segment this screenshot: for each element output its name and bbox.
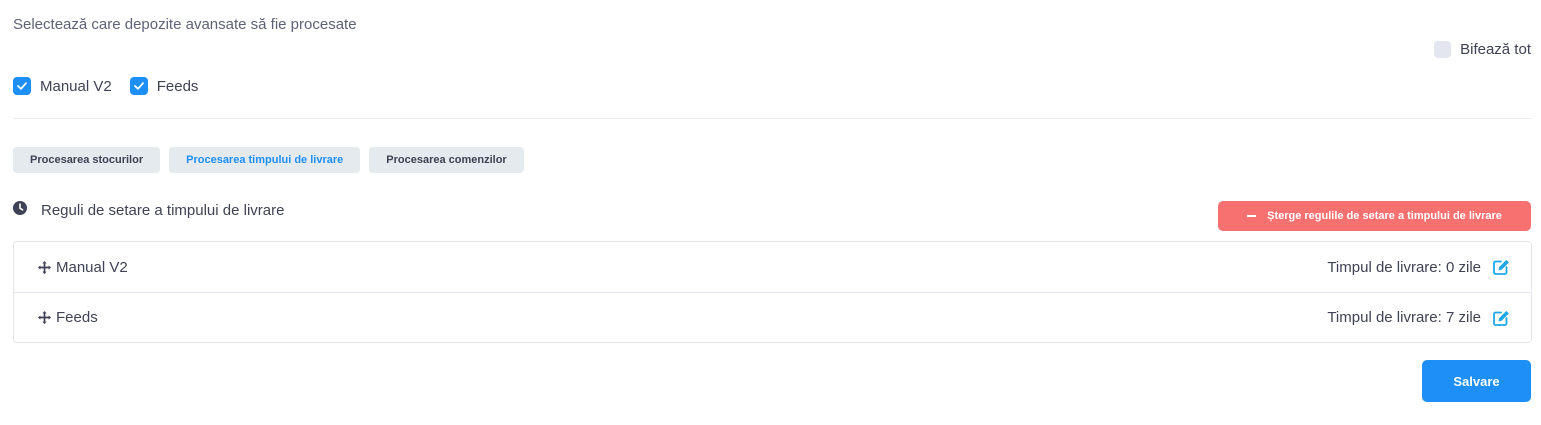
rules-section-header: Reguli de setare a timpului de livrare: [13, 201, 284, 220]
list-item[interactable]: Manual V2 Timpul de livrare: 0 zile: [14, 242, 1531, 292]
check-all-checkbox[interactable]: Bifează tot: [1434, 41, 1531, 58]
rule-delivery-time: Timpul de livrare: 0 zile: [1327, 258, 1481, 276]
warehouse-checkbox-manual-v2[interactable]: Manual V2: [13, 77, 112, 95]
warehouse-label: Feeds: [156, 77, 199, 95]
check-all-box[interactable]: [1434, 41, 1452, 58]
tab-delivery-time-processing[interactable]: Procesarea timpului de livrare: [169, 147, 361, 173]
delete-rules-label: Șterge regulile de setare a timpului de …: [1267, 210, 1502, 222]
tab-stock-processing[interactable]: Procesarea stocurilor: [13, 147, 161, 173]
rule-left: Feeds: [37, 309, 98, 326]
clock-icon: [13, 201, 27, 220]
check-icon[interactable]: [129, 77, 148, 95]
check-icon[interactable]: [13, 77, 31, 95]
tab-order-processing[interactable]: Procesarea comenzilor: [369, 147, 524, 173]
edit-icon[interactable]: [1493, 259, 1510, 275]
rule-warehouse-name: Manual V2: [56, 258, 128, 276]
processing-tabs: Procesarea stocurilor Procesarea timpulu…: [13, 147, 524, 173]
check-all-label: Bifează tot: [1460, 41, 1531, 58]
delete-rules-button[interactable]: Șterge regulile de setare a timpului de …: [1218, 201, 1531, 231]
warehouse-label: Manual V2: [40, 77, 112, 95]
list-item[interactable]: Feeds Timpul de livrare: 7 zile: [14, 292, 1531, 342]
rule-left: Manual V2: [37, 259, 128, 276]
rule-delivery-time: Timpul de livrare: 7 zile: [1327, 309, 1481, 326]
divider: [13, 118, 1532, 119]
move-icon[interactable]: [37, 310, 52, 325]
rule-warehouse-name: Feeds: [56, 309, 98, 326]
rule-right: Timpul de livrare: 0 zile: [1327, 259, 1510, 276]
move-icon[interactable]: [37, 260, 52, 275]
warehouse-checkbox-group: Manual V2 Feeds: [13, 77, 216, 95]
warehouse-checkbox-feeds[interactable]: Feeds: [129, 77, 199, 95]
save-button[interactable]: Salvare: [1422, 360, 1531, 402]
intro-text: Selectează care depozite avansate să fie…: [13, 16, 357, 33]
delivery-time-settings-panel: Selectează care depozite avansate să fie…: [0, 0, 1541, 425]
minus-icon: [1247, 215, 1257, 217]
rules-section-title: Reguli de setare a timpului de livrare: [41, 202, 285, 219]
rule-right: Timpul de livrare: 7 zile: [1327, 309, 1510, 326]
rules-list: Manual V2 Timpul de livrare: 0 zile Feed…: [13, 241, 1532, 343]
edit-icon[interactable]: [1493, 310, 1510, 326]
